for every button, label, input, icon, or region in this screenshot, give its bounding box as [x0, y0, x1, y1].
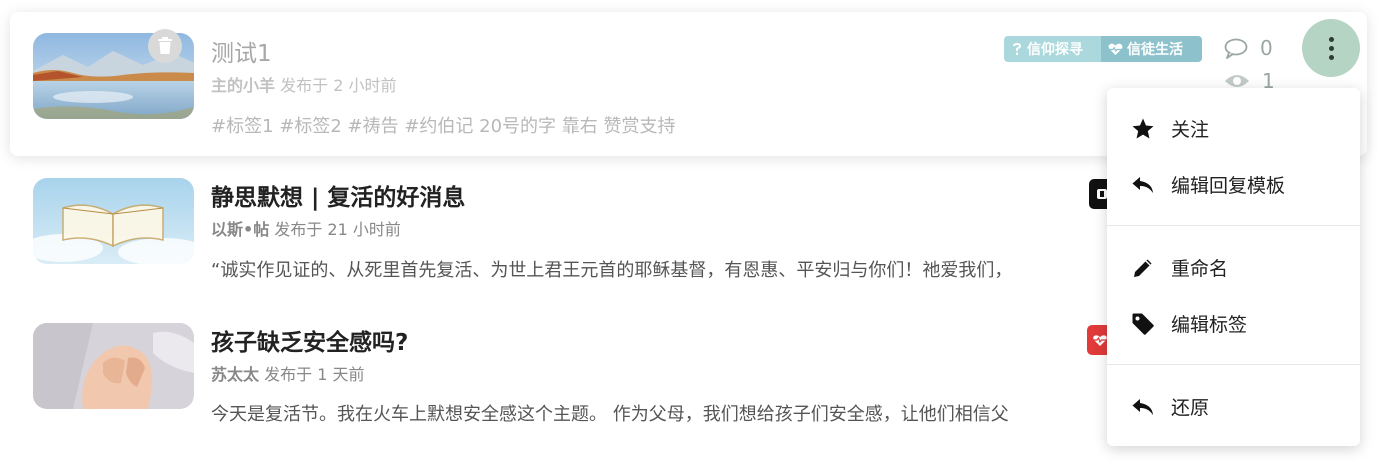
view-count: 1	[1224, 73, 1275, 89]
topic-posted-time: 发布于 1 天前	[259, 365, 365, 384]
reply-count-value: 0	[1260, 36, 1273, 60]
category-badge[interactable]	[1087, 325, 1109, 355]
topic-title[interactable]: 测试1	[211, 34, 272, 68]
tag-believer-life[interactable]: 信徒生活	[1101, 36, 1202, 62]
topic-teaser: #标签1 #标签2 #祷告 #约伯记 20号的字 靠右 赞赏支持	[211, 116, 676, 137]
topic-posted-time: 发布于 21 小时前	[269, 220, 401, 239]
menu-item-label: 关注	[1171, 118, 1210, 141]
menu-item-label: 编辑标签	[1171, 313, 1248, 336]
comment-icon	[1224, 38, 1248, 59]
topic-meta: 以斯•帖 发布于 21 小时前	[211, 216, 401, 240]
menu-item-rename[interactable]: 重命名	[1107, 243, 1360, 291]
heart-pulse-icon	[1093, 335, 1107, 346]
clasped-hands-image	[33, 323, 194, 409]
tag-icon	[1132, 313, 1154, 335]
topic-actions-menu: 关注 编辑回复模板 重命名 编辑标签 还原	[1107, 88, 1360, 446]
question-icon	[1013, 43, 1021, 55]
topic-teaser: “诚实作见证的、从死里首先复活、为世上君王元首的耶稣基督，有恩惠、平安归与你们！…	[211, 260, 1013, 281]
eye-icon	[1225, 75, 1249, 87]
menu-item-edit-reply-template[interactable]: 编辑回复模板	[1107, 160, 1360, 208]
menu-item-label: 编辑回复模板	[1171, 174, 1286, 197]
topic-meta: 主的小羊 发布于 2 小时前	[211, 72, 396, 96]
tag-label: 信徒生活	[1127, 42, 1183, 58]
topic-teaser: 今天是复活节。我在火车上默想安全感这个主题。 作为父母，我们想给孩子们安全感，让…	[211, 404, 1009, 425]
menu-divider	[1107, 364, 1360, 365]
topic-actions-button[interactable]	[1302, 19, 1360, 77]
topic-title[interactable]: 静思默想 | 复活的好消息	[211, 178, 465, 212]
topic-thumbnail[interactable]	[33, 178, 194, 264]
tag-label: 信仰探寻	[1027, 42, 1083, 58]
undo-icon	[1132, 399, 1153, 415]
delete-button[interactable]	[148, 29, 182, 63]
menu-item-edit-tags[interactable]: 编辑标签	[1107, 299, 1360, 347]
topic-author[interactable]: 主的小羊	[211, 76, 275, 95]
pencil-icon	[1134, 259, 1152, 277]
kebab-icon	[1328, 36, 1334, 60]
topic-title[interactable]: 孩子缺乏安全感吗?	[211, 323, 408, 357]
topic-meta: 苏太太 发布于 1 天前	[211, 361, 364, 385]
menu-item-label: 重命名	[1171, 257, 1229, 280]
menu-item-label: 还原	[1171, 396, 1210, 419]
reply-icon	[1132, 177, 1153, 193]
menu-item-follow[interactable]: 关注	[1107, 104, 1360, 152]
topic-author[interactable]: 苏太太	[211, 365, 259, 384]
reply-count: 0	[1224, 36, 1273, 60]
star-icon	[1132, 118, 1154, 139]
topic-thumbnail[interactable]	[33, 323, 194, 409]
heart-pulse-icon	[1108, 43, 1123, 55]
menu-divider	[1107, 225, 1360, 226]
topic-posted-time: 发布于 2 小时前	[275, 76, 397, 95]
open-book-sky-image	[33, 178, 194, 264]
view-count-value: 1	[1262, 73, 1275, 89]
tag-faith-seeking[interactable]: 信仰探寻	[1004, 36, 1105, 62]
menu-item-restore[interactable]: 还原	[1107, 382, 1360, 430]
topic-author[interactable]: 以斯•帖	[211, 220, 269, 239]
trash-icon	[158, 37, 172, 54]
